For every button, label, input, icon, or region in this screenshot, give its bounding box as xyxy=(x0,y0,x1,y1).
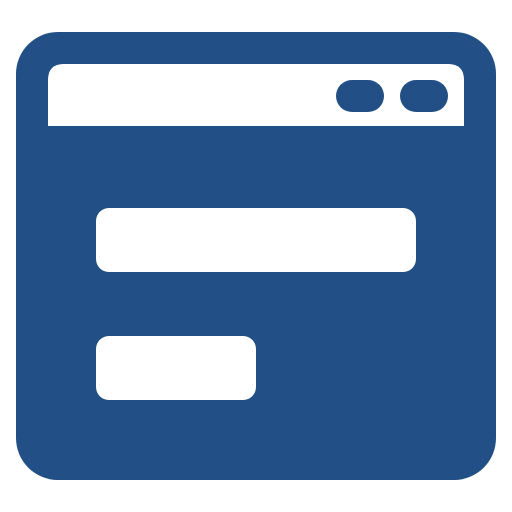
window-control-pill-right xyxy=(400,80,448,112)
text-field-shape xyxy=(96,208,416,272)
browser-window-form-icon xyxy=(16,32,496,480)
button-shape xyxy=(96,336,256,400)
window-control-pill-left xyxy=(336,80,384,112)
icon-canvas xyxy=(0,0,512,512)
